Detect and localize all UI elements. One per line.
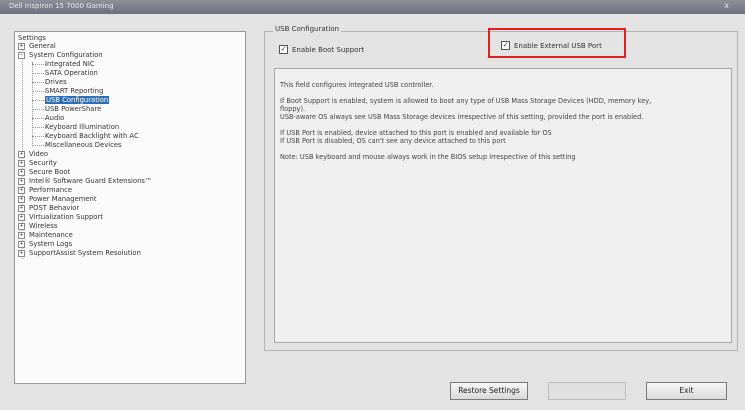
expand-icon[interactable]: + (18, 240, 25, 248)
help-line: USB-aware OS always see USB Mass Storage… (280, 113, 644, 121)
tree-item-virtualization-support[interactable]: + Virtualization Support (18, 213, 103, 222)
tree-item-performance[interactable]: + Performance (18, 186, 72, 195)
tree-item-smart-reporting[interactable]: SMART Reporting (45, 87, 103, 96)
expand-icon[interactable]: + (18, 177, 25, 185)
tree-item-secure-boot[interactable]: + Secure Boot (18, 168, 70, 177)
external-usb-checkbox[interactable]: ✓ (501, 41, 510, 50)
tree-item-supportassist[interactable]: + SupportAssist System Resolution (18, 249, 141, 258)
tree-item-system-configuration[interactable]: − System Configuration (18, 51, 103, 60)
tree-item-sgx[interactable]: + Intel® Software Guard Extensions™ (18, 177, 152, 186)
expand-icon[interactable]: + (18, 231, 25, 239)
tree-item-miscellaneous-devices[interactable]: Miscellaneous Devices (45, 141, 122, 150)
help-line: If USB Port is disabled, OS can't see an… (280, 137, 506, 145)
tree-item-audio[interactable]: Audio (45, 114, 64, 123)
tree-item-keyboard-illumination[interactable]: Keyboard Illumination (45, 123, 119, 132)
help-text-panel: This field configures integrated USB con… (274, 68, 732, 343)
help-line: Note: USB keyboard and mouse always work… (280, 153, 576, 161)
boot-support-label: Enable Boot Support (292, 46, 365, 54)
expand-icon[interactable]: + (18, 222, 25, 230)
tree-item-usb-powershare[interactable]: USB PowerShare (45, 105, 101, 114)
tree-item-integrated-nic[interactable]: Integrated NIC (45, 60, 95, 69)
tree-item-general[interactable]: + General (18, 42, 56, 51)
tree-item-drives[interactable]: Drives (45, 78, 67, 87)
tree-item-post-behavior[interactable]: + POST Behavior (18, 204, 79, 213)
expand-icon[interactable]: + (18, 195, 25, 203)
restore-settings-button[interactable]: Restore Settings (450, 382, 528, 400)
expand-icon[interactable]: + (18, 168, 25, 176)
tree-item-maintenance[interactable]: + Maintenance (18, 231, 73, 240)
tree-item-security[interactable]: + Security (18, 159, 57, 168)
expand-icon[interactable]: + (18, 42, 25, 50)
expand-icon[interactable]: + (18, 150, 25, 158)
collapse-icon[interactable]: − (18, 51, 25, 59)
external-usb-label: Enable External USB Port (514, 42, 602, 50)
expand-icon[interactable]: + (18, 249, 25, 257)
tree-item-video[interactable]: + Video (18, 150, 48, 159)
expand-icon[interactable]: + (18, 213, 25, 221)
close-icon[interactable]: x (724, 1, 729, 10)
tree-item-keyboard-backlight-ac[interactable]: Keyboard Backlight with AC (45, 132, 139, 141)
selected-label: USB Configuration (45, 96, 110, 104)
group-title: USB Configuration (273, 25, 342, 33)
apply-button[interactable] (548, 382, 626, 400)
tree-item-wireless[interactable]: + Wireless (18, 222, 57, 231)
tree-item-power-management[interactable]: + Power Management (18, 195, 96, 204)
tree-item-sata-operation[interactable]: SATA Operation (45, 69, 98, 78)
expand-icon[interactable]: + (18, 204, 25, 212)
settings-tree: Settings + General − System Configuration … (14, 31, 246, 384)
title-bar: Dell Inspiron 15 7000 Gaming x (0, 0, 745, 14)
boot-support-checkbox[interactable]: ✓ (279, 45, 288, 54)
help-line: This field configures integrated USB con… (280, 81, 434, 89)
expand-icon[interactable]: + (18, 186, 25, 194)
exit-button[interactable]: Exit (646, 382, 727, 400)
window-title: Dell Inspiron 15 7000 Gaming (9, 2, 114, 10)
tree-item-usb-configuration[interactable]: USB Configuration (45, 96, 110, 105)
help-line: floppy). (280, 105, 306, 113)
help-line: If USB Port is enabled, device attached … (280, 129, 552, 137)
tree-item-system-logs[interactable]: + System Logs (18, 240, 72, 249)
expand-icon[interactable]: + (18, 159, 25, 167)
help-line: If Boot Support is enabled, system is al… (280, 97, 652, 105)
